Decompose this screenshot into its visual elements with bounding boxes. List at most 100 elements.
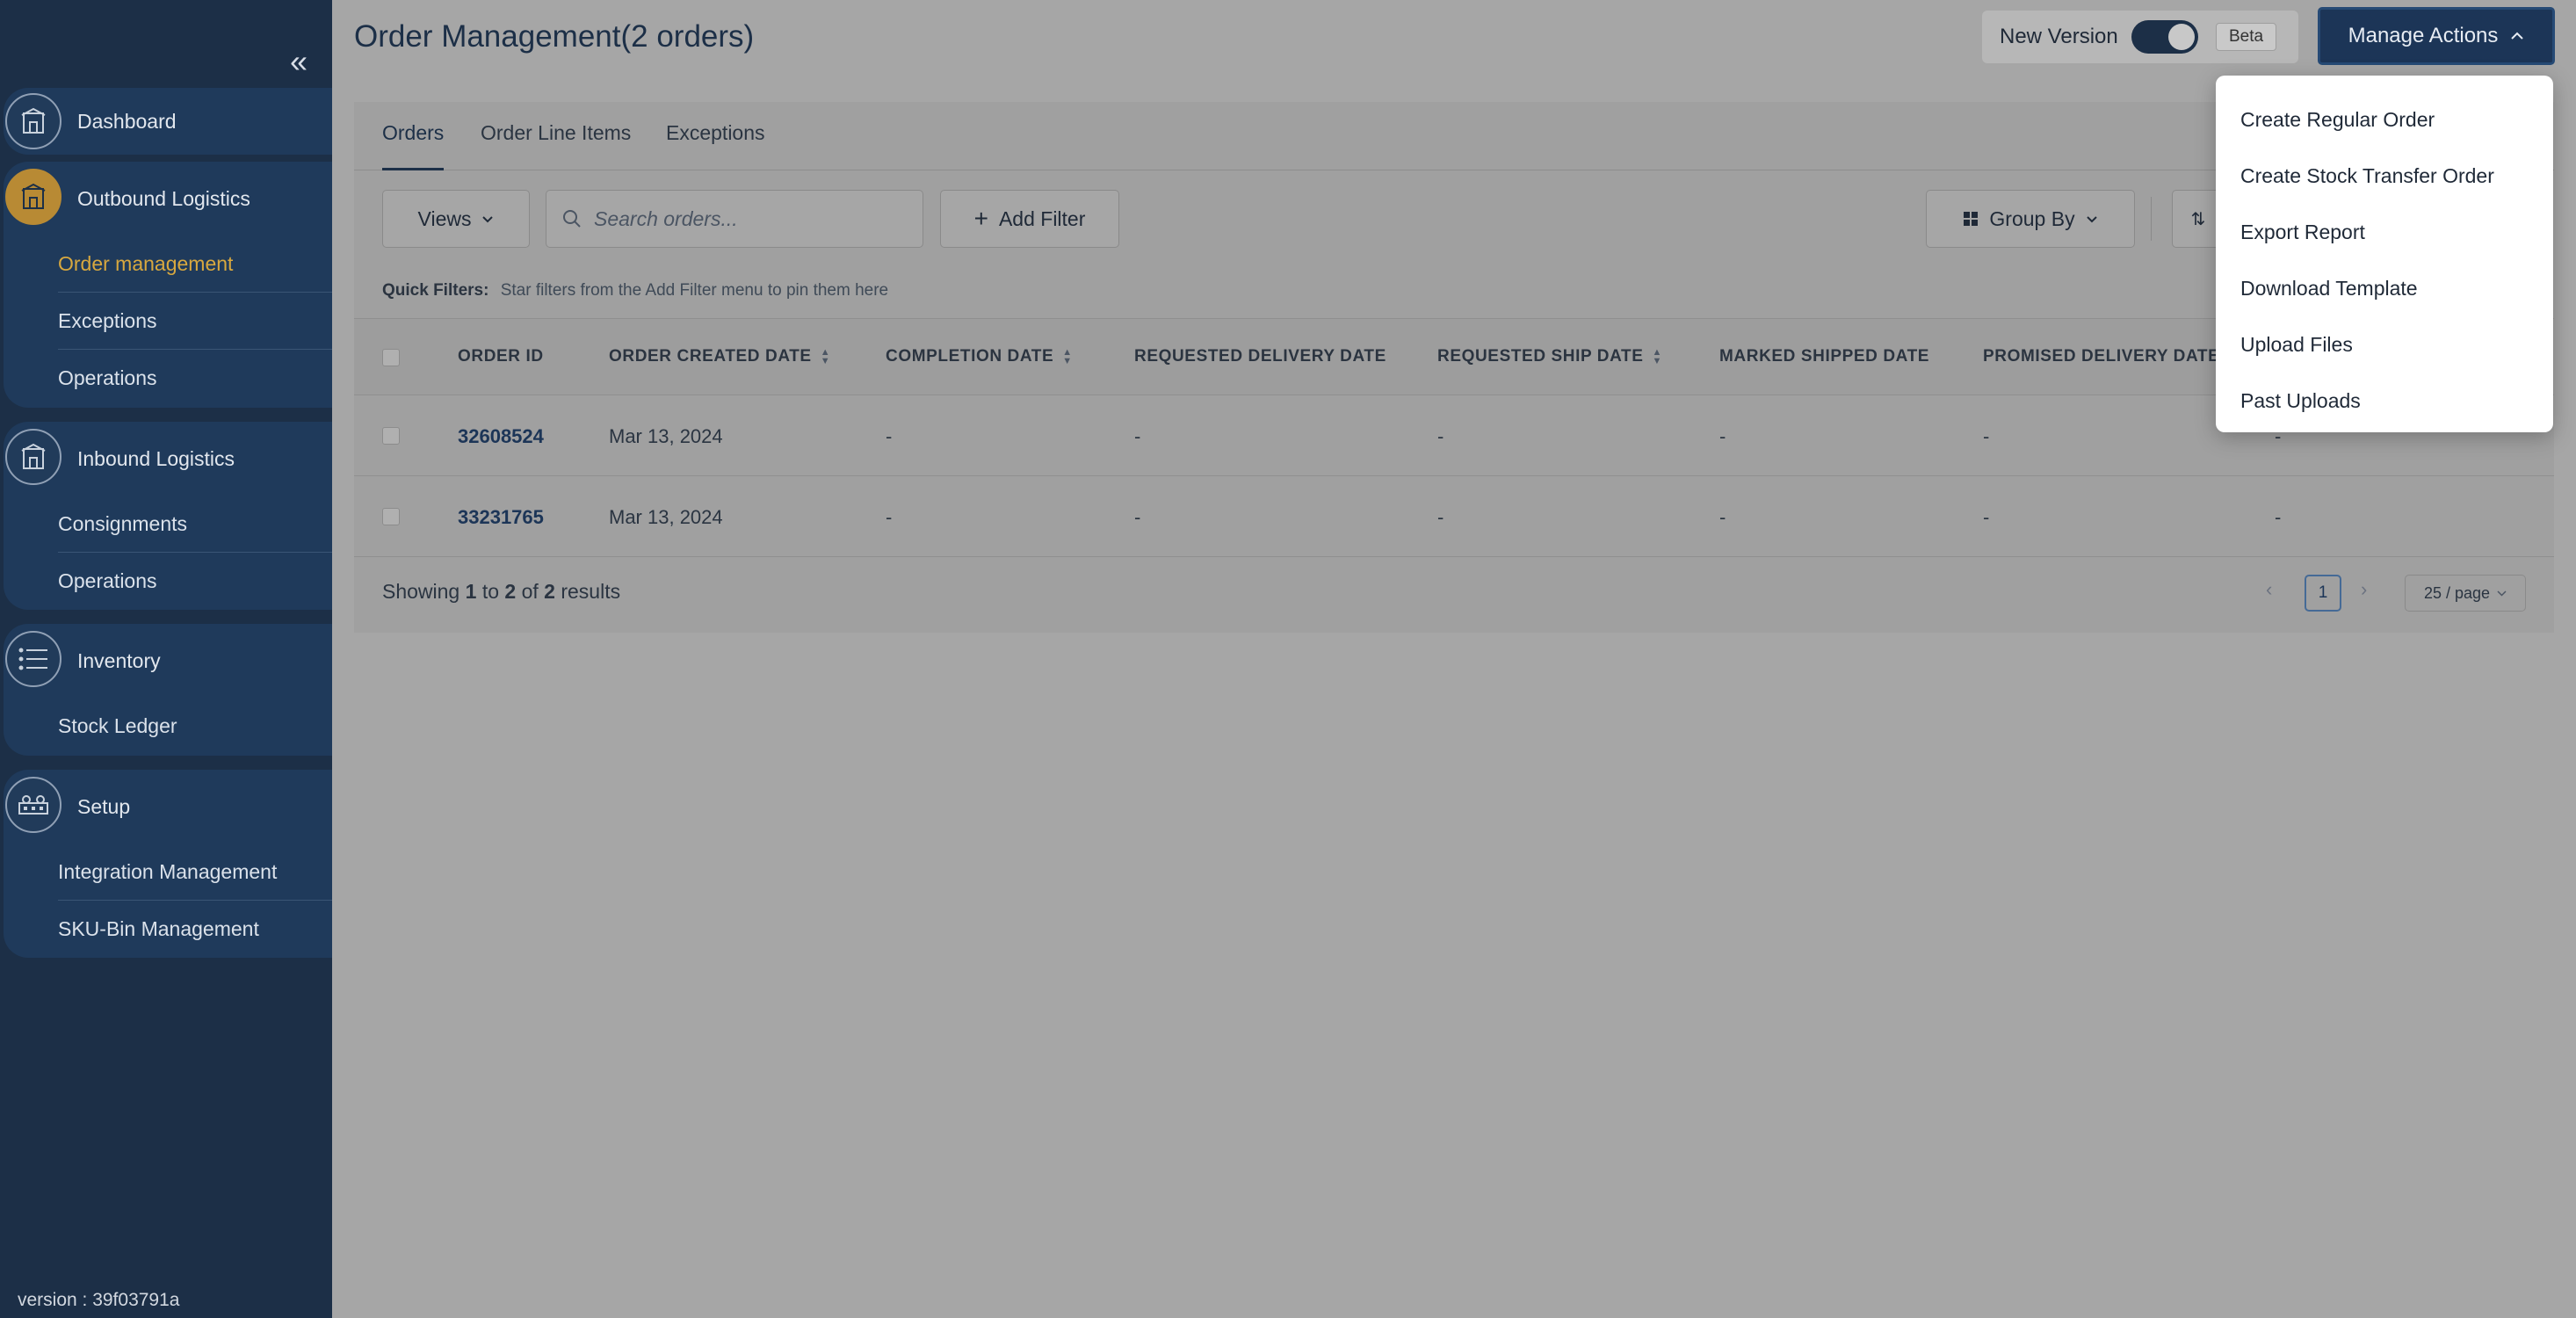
table-cell: - — [1134, 506, 1141, 528]
sidebar-item-order-management[interactable]: Order management — [58, 235, 332, 293]
column-header-completion-date[interactable]: COMPLETION DATE ▲ ▼ — [886, 347, 1073, 366]
plus-icon: + — [973, 205, 988, 232]
column-header-order-id[interactable]: ORDER ID — [458, 347, 544, 366]
prev-page-icon[interactable]: ‹ — [2266, 578, 2272, 601]
sidebar: « Dashboard Outbound Logistics Order man… — [0, 0, 332, 1318]
sidebar-group-setup: Setup Integration Management SKU-Bin Man… — [4, 770, 332, 958]
manage-actions-label: Manage Actions — [2348, 24, 2499, 47]
sidebar-item-sku-bin-management[interactable]: SKU-Bin Management — [58, 901, 332, 958]
chevron-down-icon — [482, 215, 494, 222]
table-cell: Mar 13, 2024 — [609, 506, 723, 528]
menu-item-upload-files[interactable]: Upload Files — [2216, 316, 2553, 373]
building-icon — [5, 429, 62, 485]
tab-order-line-items[interactable]: Order Line Items — [481, 121, 631, 168]
views-button[interactable]: Views — [382, 190, 530, 248]
quick-filters-hint: Star filters from the Add Filter menu to… — [500, 281, 889, 300]
menu-item-create-stock-transfer-order[interactable]: Create Stock Transfer Order — [2216, 148, 2553, 204]
per-page-select[interactable]: 25 / page — [2405, 575, 2526, 612]
building-icon — [5, 93, 62, 149]
results-summary: Showing 1 to 2 of 2 results — [382, 580, 620, 604]
sort-arrows-icon: ▲ ▼ — [820, 347, 831, 366]
page-title: Order Management(2 orders) — [354, 19, 755, 54]
tab-exceptions[interactable]: Exceptions — [666, 121, 765, 168]
sidebar-item-label: Inbound Logistics — [77, 446, 235, 470]
setup-icon — [5, 777, 62, 833]
building-icon — [5, 169, 62, 225]
views-label: Views — [417, 206, 472, 230]
table-cell: - — [1719, 506, 1726, 528]
add-filter-button[interactable]: + Add Filter — [940, 190, 1119, 248]
sidebar-item-label: Setup — [77, 794, 131, 818]
sort-arrows-icon: ▲ ▼ — [1652, 347, 1663, 366]
results-text: of — [521, 580, 539, 603]
column-label: COMPLETION DATE — [886, 347, 1054, 366]
sidebar-item-label: Dashboard — [77, 109, 177, 133]
sort-arrows-icon: ▲ ▼ — [1062, 347, 1073, 366]
menu-item-create-regular-order[interactable]: Create Regular Order — [2216, 91, 2553, 148]
results-total: 2 — [544, 580, 555, 603]
column-header-requested-delivery-date[interactable]: REQUESTED DELIVERY DATE — [1134, 347, 1386, 366]
next-page-icon[interactable]: › — [2361, 578, 2367, 601]
results-text: results — [561, 580, 621, 603]
column-header-marked-shipped-date[interactable]: MARKED SHIPPED DATE — [1719, 347, 1929, 366]
list-icon — [5, 631, 62, 687]
sidebar-item-consignments[interactable]: Consignments — [58, 496, 332, 553]
grid-icon — [1964, 212, 1979, 226]
results-text: to — [481, 580, 499, 603]
manage-actions-menu: Create Regular Order Create Stock Transf… — [2216, 76, 2553, 432]
chevron-down-icon — [2086, 215, 2097, 222]
sidebar-group-inbound: Inbound Logistics Consignments Operation… — [4, 422, 332, 610]
table-row[interactable]: 33231765 Mar 13, 2024 - - - - - - — [354, 476, 2554, 557]
sidebar-group-dashboard: Dashboard — [4, 88, 332, 155]
quick-filters-label: Quick Filters: — [382, 281, 489, 300]
sidebar-item-dashboard[interactable]: Dashboard — [4, 88, 332, 155]
group-by-button[interactable]: Group By — [1926, 190, 2135, 248]
sidebar-item-operations[interactable]: Operations — [58, 350, 332, 407]
select-all-checkbox[interactable] — [382, 349, 400, 366]
sidebar-item-integration-management[interactable]: Integration Management — [58, 844, 332, 901]
menu-item-download-template[interactable]: Download Template — [2216, 260, 2553, 316]
quick-filters: Quick Filters: Star filters from the Add… — [382, 281, 888, 301]
results-to: 2 — [504, 580, 517, 603]
sidebar-item-exceptions[interactable]: Exceptions — [58, 293, 332, 350]
column-label: ORDER ID — [458, 347, 544, 366]
sidebar-item-inbound-operations[interactable]: Operations — [58, 553, 332, 610]
menu-item-export-report[interactable]: Export Report — [2216, 204, 2553, 260]
column-label: REQUESTED SHIP DATE — [1437, 347, 1644, 366]
toolbar-divider — [2151, 197, 2152, 241]
row-checkbox[interactable] — [382, 508, 400, 525]
table-cell: - — [1437, 425, 1444, 447]
column-label: MARKED SHIPPED DATE — [1719, 347, 1930, 366]
sidebar-item-outbound-logistics[interactable]: Outbound Logistics — [4, 162, 332, 235]
page-number-button[interactable]: 1 — [2305, 575, 2341, 612]
table-cell: - — [1437, 506, 1444, 528]
sidebar-group-outbound: Outbound Logistics Order management Exce… — [4, 162, 332, 408]
collapse-sidebar-icon[interactable]: « — [286, 46, 312, 77]
sidebar-item-stock-ledger[interactable]: Stock Ledger — [58, 698, 332, 755]
manage-actions-button[interactable]: Manage Actions — [2318, 7, 2555, 65]
table-cell: - — [1983, 506, 1990, 528]
chevron-up-icon — [2511, 32, 2524, 40]
search-input[interactable] — [594, 206, 893, 231]
new-version-switch[interactable] — [2131, 20, 2198, 54]
group-by-label: Group By — [1989, 206, 2075, 230]
new-version-toggle-container: New Version Beta — [1982, 11, 2298, 63]
sidebar-item-inventory[interactable]: Inventory — [4, 624, 332, 698]
search-box — [546, 190, 923, 248]
column-header-requested-ship-date[interactable]: REQUESTED SHIP DATE ▲ ▼ — [1437, 347, 1662, 366]
order-id-link[interactable]: 32608524 — [458, 425, 544, 448]
sidebar-item-setup[interactable]: Setup — [4, 770, 332, 844]
tab-orders[interactable]: Orders — [382, 121, 445, 170]
sidebar-item-inbound-logistics[interactable]: Inbound Logistics — [4, 422, 332, 496]
column-header-order-created-date[interactable]: ORDER CREATED DATE ▲ ▼ — [609, 347, 830, 366]
menu-item-past-uploads[interactable]: Past Uploads — [2216, 373, 2553, 429]
add-filter-label: Add Filter — [998, 206, 1086, 230]
column-header-promised-delivery-date[interactable]: PROMISED DELIVERY DATE — [1983, 347, 2219, 366]
table-cell: - — [1134, 425, 1141, 447]
chevron-down-icon — [2497, 590, 2507, 597]
column-label: ORDER CREATED DATE — [609, 347, 812, 366]
new-version-label: New Version — [2000, 25, 2118, 48]
order-id-link[interactable]: 33231765 — [458, 506, 544, 529]
table-cell: - — [886, 425, 893, 447]
row-checkbox[interactable] — [382, 427, 400, 445]
